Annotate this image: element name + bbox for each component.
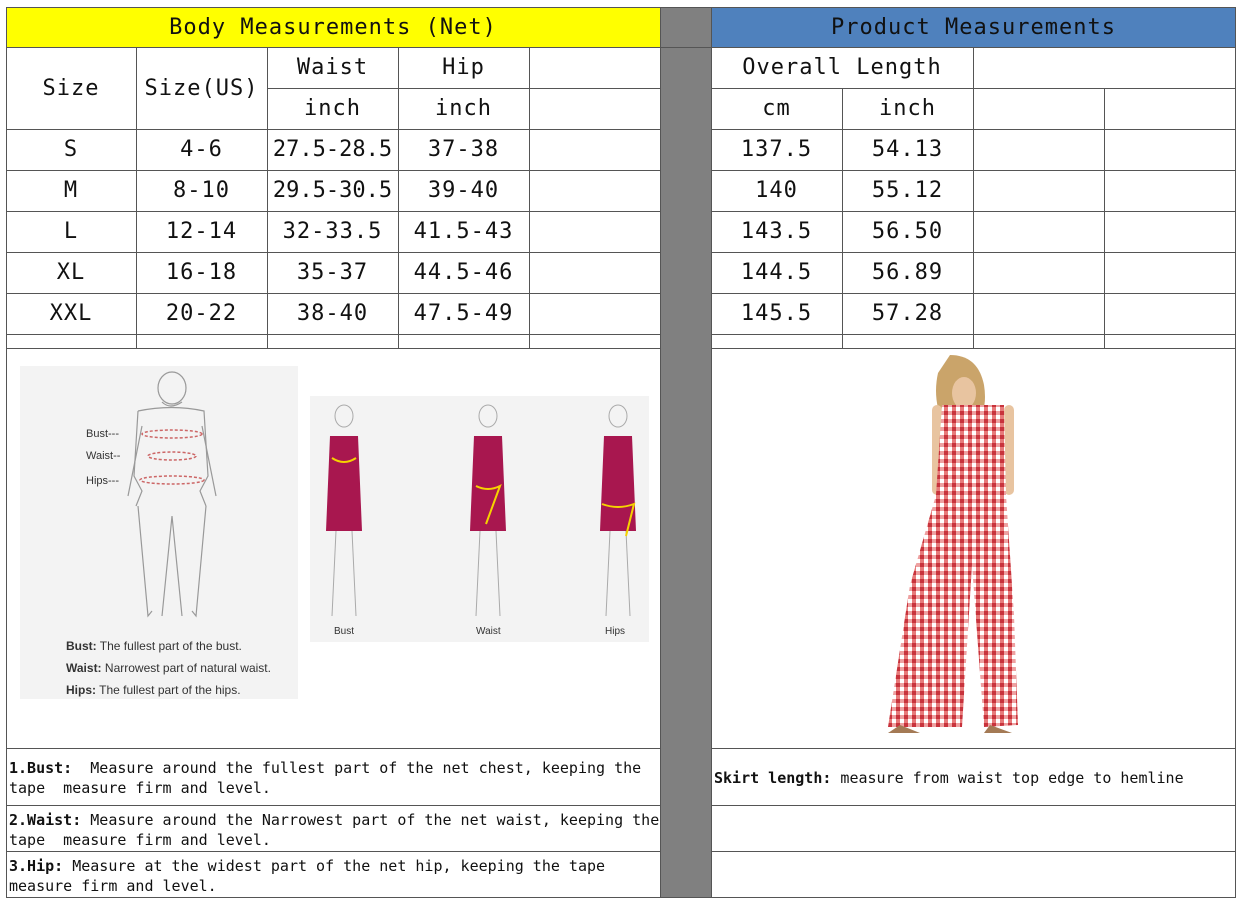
measure-figures: Bust Waist Hips [310,396,649,642]
length-cm-cell: 144.5 [740,260,813,285]
product-measurements-header: Product Measurements [711,7,1236,48]
size-cell: S [63,137,79,162]
figure-label-hips: Hips [605,626,626,637]
length-inch-cell: 54.13 [871,137,944,162]
size-us-cell: 8-10 [173,178,230,203]
col-waist-unit: inch [304,96,361,121]
size-us-cell: 20-22 [165,301,238,326]
legend-hips: Hips: The fullest part of the hips. [66,683,241,697]
waist-cell: 35-37 [296,260,369,285]
waist-cell: 27.5-28.5 [272,137,393,162]
col-size-header: Size [42,75,100,101]
size-us-cell: 16-18 [165,260,238,285]
note-hip: 3.Hip: Measure at the widest part of the… [9,857,615,895]
size-cell: XL [56,260,86,285]
size-us-cell: 12-14 [165,219,238,244]
size-cell: L [63,219,79,244]
waist-cell: 38-40 [296,301,369,326]
dress-figures-icon [326,404,636,617]
size-cell: M [63,178,79,203]
length-inch-cell: 56.50 [871,219,944,244]
diagram-label-bust: Bust--- [86,428,119,440]
length-cm-cell: 145.5 [740,301,813,326]
col-size-us-header: Size(US) [144,75,259,101]
diagram-label-waist: Waist-- [86,450,121,462]
hip-cell: 39-40 [427,178,500,203]
legend-bust: Bust: The fullest part of the bust. [66,639,242,653]
hip-cell: 37-38 [427,137,500,162]
length-cm-cell: 143.5 [740,219,813,244]
hip-cell: 47.5-49 [413,301,514,326]
waist-cell: 29.5-30.5 [272,178,393,203]
col-hip-unit: inch [435,96,492,121]
col-hip-header: Hip [442,55,485,80]
hip-cell: 44.5-46 [413,260,514,285]
note-skirt-length: Skirt length: measure from waist top edg… [714,769,1184,787]
col-waist-header: Waist [296,55,369,80]
legend-waist: Waist: Narrowest part of natural waist. [66,661,271,675]
length-inch-cell: 55.12 [871,178,944,203]
note-waist: 2.Waist: Measure around the Narrowest pa… [9,811,669,849]
body-diagram: Bust--- Waist-- Hips--- Bust: The fulles… [20,366,298,699]
waist-cell: 32-33.5 [282,219,383,244]
length-inch-cell: 56.89 [871,260,944,285]
note-bust: 1.Bust: Measure around the fullest part … [9,759,651,797]
size-cell: XXL [49,301,93,326]
hip-cell: 41.5-43 [413,219,514,244]
length-cm-cell: 140 [755,178,798,203]
col-length-inch: inch [879,96,936,121]
length-cm-cell: 137.5 [740,137,813,162]
figure-label-waist: Waist [476,626,501,637]
product-photo [880,355,1030,735]
col-overall-length-header: Overall Length [742,55,942,80]
gingham-jumpsuit-image [888,355,1018,733]
figure-label-bust: Bust [334,626,355,637]
divider-column [660,7,711,898]
body-measurements-header: Body Measurements (Net) [6,7,660,48]
diagram-label-hips: Hips--- [86,475,119,487]
col-length-cm: cm [762,96,791,121]
size-us-cell: 4-6 [180,137,223,162]
length-inch-cell: 57.28 [871,301,944,326]
